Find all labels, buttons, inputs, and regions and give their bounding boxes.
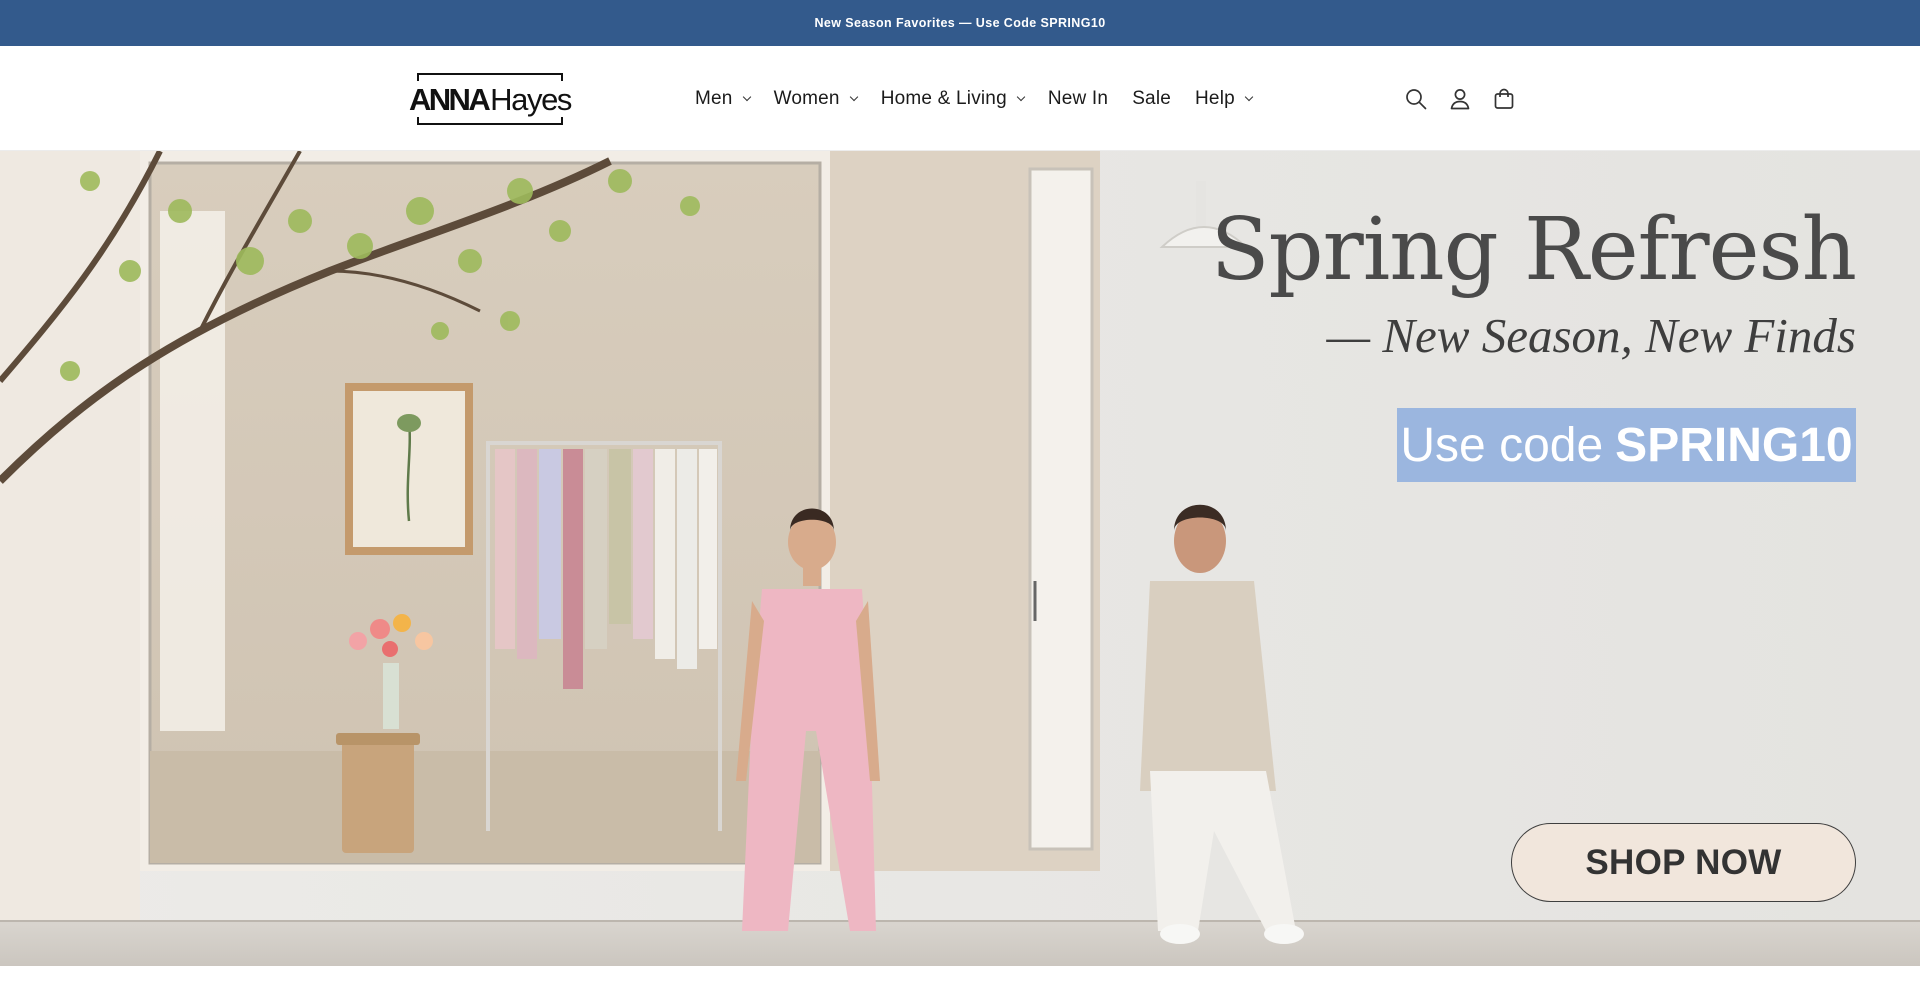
logo-frame-corner bbox=[417, 73, 419, 81]
logo-frame-corner bbox=[561, 73, 563, 81]
brand-logo[interactable]: ANNA Hayes bbox=[409, 73, 572, 125]
shop-now-button[interactable]: SHOP NOW bbox=[1511, 823, 1856, 902]
nav-item-women[interactable]: Women bbox=[762, 79, 869, 119]
nav-item-label: Home & Living bbox=[880, 87, 1007, 109]
hero-title: Spring Refresh bbox=[1210, 200, 1857, 300]
chevron-down-icon bbox=[1244, 92, 1254, 101]
promo-code-prefix: Use code bbox=[1400, 418, 1604, 472]
nav-item-label: Sale bbox=[1132, 87, 1172, 109]
cart-icon bbox=[1494, 88, 1514, 109]
announcement-bar: New Season Favorites — Use Code SPRING10 bbox=[0, 0, 1920, 46]
account-icon bbox=[1450, 88, 1470, 109]
search-button[interactable] bbox=[1394, 77, 1438, 121]
main-nav: Men Women Home & Living New In Sale Help bbox=[683, 46, 1264, 151]
chevron-down-icon bbox=[1016, 92, 1026, 101]
logo-text-light: Hayes bbox=[490, 81, 572, 117]
header-icons bbox=[1394, 46, 1526, 151]
nav-item-home-living[interactable]: Home & Living bbox=[869, 79, 1036, 119]
logo-text-bold: ANNA bbox=[408, 81, 491, 117]
announcement-text: New Season Favorites — Use Code SPRING10 bbox=[814, 16, 1106, 30]
nav-item-label: Help bbox=[1195, 87, 1235, 109]
logo-frame-corner bbox=[561, 117, 563, 125]
search-icon bbox=[1406, 88, 1427, 109]
page-below-fold bbox=[0, 966, 1920, 993]
nav-item-label: Women bbox=[773, 87, 840, 109]
account-button[interactable] bbox=[1438, 77, 1482, 121]
hero-subtitle: — New Season, New Finds bbox=[1326, 308, 1856, 363]
nav-item-label: Men bbox=[695, 87, 733, 109]
nav-item-men[interactable]: Men bbox=[683, 79, 762, 119]
nav-item-help[interactable]: Help bbox=[1183, 79, 1264, 119]
nav-item-new-in[interactable]: New In bbox=[1036, 79, 1120, 119]
nav-item-sale[interactable]: Sale bbox=[1120, 79, 1183, 119]
chevron-down-icon bbox=[742, 92, 751, 101]
cart-button[interactable] bbox=[1482, 77, 1526, 121]
promo-code-value: SPRING10 bbox=[1615, 418, 1853, 472]
chevron-down-icon bbox=[849, 92, 858, 101]
nav-item-label: New In bbox=[1047, 87, 1109, 109]
promo-code-badge: Use code SPRING10 bbox=[1397, 408, 1856, 482]
site-header: ANNA Hayes Men Women Home & Living New I… bbox=[0, 46, 1920, 151]
hero-banner: Spring Refresh — New Season, New Finds U… bbox=[0, 151, 1920, 966]
logo-frame-corner bbox=[417, 117, 419, 125]
